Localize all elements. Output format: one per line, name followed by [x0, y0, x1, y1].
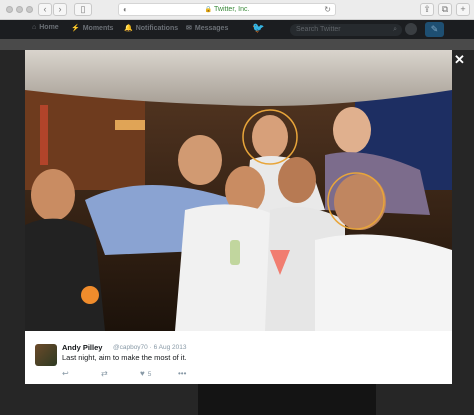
media-modal: Andy Pilley @capboy70 · 6 Aug 2013 Last …: [25, 50, 452, 384]
avatar[interactable]: [405, 23, 417, 35]
reply-icon: ↩: [62, 369, 69, 378]
twitter-bird-icon[interactable]: 🐦: [252, 23, 264, 34]
tabs-icon: ⧉: [441, 4, 449, 14]
sidebar-icon: ▯: [80, 4, 86, 14]
nav-moments[interactable]: ⚡ Moments: [71, 24, 113, 32]
minimize-window-button[interactable]: [16, 6, 23, 13]
like-button[interactable]: ♥ 5: [140, 369, 151, 378]
back-button[interactable]: ‹: [38, 3, 52, 16]
nav-notifications-label: Notifications: [135, 25, 179, 32]
twitter-nav: ⌂ Home ⚡ Moments 🔔 Notifications ✉ Messages …: [0, 20, 474, 39]
tabs-button[interactable]: ⧉: [438, 3, 452, 16]
new-tab-button[interactable]: +: [456, 3, 470, 16]
share-button[interactable]: ⇪: [420, 3, 434, 16]
address-text: Twitter, Inc.: [214, 6, 250, 13]
search-input[interactable]: Search Twitter ⌕: [290, 24, 402, 36]
close-modal-button[interactable]: ✕: [454, 52, 465, 68]
reload-icon[interactable]: ↻: [324, 4, 331, 16]
like-count: 5: [147, 371, 152, 378]
nav-home-label: Home: [39, 24, 59, 31]
envelope-icon: ✉: [186, 25, 192, 32]
privacy-icon: ◐: [123, 5, 128, 14]
retweet-icon: ⇄: [101, 369, 108, 378]
nav-home[interactable]: ⌂ Home: [32, 24, 59, 31]
more-icon: •••: [178, 369, 187, 378]
more-button[interactable]: •••: [178, 369, 186, 378]
share-icon: ⇪: [423, 4, 431, 14]
tweet-text: Last night, aim to make the most of it.: [62, 353, 187, 362]
profile-header-strip: [0, 39, 474, 50]
nav-messages[interactable]: ✉ Messages: [186, 24, 228, 32]
compose-tweet-button[interactable]: ✎: [425, 22, 444, 37]
tweet-details: Andy Pilley @capboy70 · 6 Aug 2013 Last …: [25, 331, 452, 384]
tweet-photo: [25, 50, 452, 331]
bell-icon: 🔔: [124, 25, 133, 32]
browser-toolbar: ‹ › ▯ ◐ 🔒 Twitter, Inc. ↻ ⇪ ⧉ +: [0, 0, 474, 20]
sidebar-toggle-button[interactable]: ▯: [74, 3, 92, 16]
background-media-card: [198, 383, 376, 415]
nav-notifications[interactable]: 🔔 Notifications: [124, 24, 178, 32]
nav-messages-label: Messages: [194, 25, 229, 32]
moments-icon: ⚡: [71, 25, 80, 32]
address-bar[interactable]: ◐ 🔒 Twitter, Inc. ↻: [118, 3, 336, 16]
forward-button[interactable]: ›: [53, 3, 67, 16]
retweet-button[interactable]: ⇄: [101, 369, 108, 378]
search-icon: ⌕: [393, 26, 397, 33]
lock-icon: 🔒: [204, 7, 213, 13]
close-window-button[interactable]: [6, 6, 13, 13]
heart-icon: ♥: [140, 369, 145, 378]
tweet-author-name[interactable]: Andy Pilley: [62, 343, 102, 352]
zoom-window-button[interactable]: [26, 6, 33, 13]
reply-button[interactable]: ↩: [62, 369, 69, 378]
tweet-handle-date[interactable]: @capboy70 · 6 Aug 2013: [113, 344, 186, 351]
search-placeholder: Search Twitter: [296, 26, 341, 33]
nav-moments-label: Moments: [82, 25, 114, 32]
plus-icon: +: [460, 4, 466, 14]
home-icon: ⌂: [32, 24, 37, 31]
avatar[interactable]: [35, 344, 57, 366]
